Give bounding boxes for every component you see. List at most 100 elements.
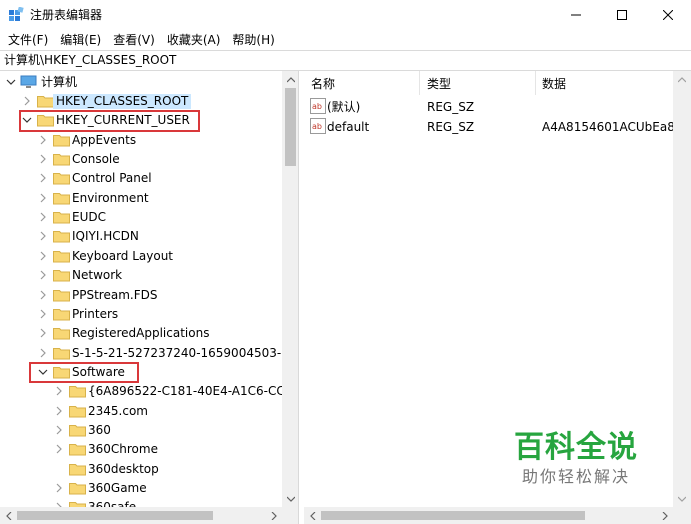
column-header-data[interactable]: 数据 xyxy=(542,76,566,92)
tree-item-label: HKEY_CLASSES_ROOT xyxy=(53,94,192,109)
values-vertical-scrollbar[interactable] xyxy=(673,71,691,507)
folder-icon xyxy=(37,115,54,127)
tree-item[interactable]: S-1-5-21-527237240-1659004503-842 xyxy=(0,344,298,363)
chevron-right-icon[interactable] xyxy=(38,173,48,183)
chevron-right-icon[interactable] xyxy=(38,193,48,203)
tree-item-label: Software xyxy=(72,365,125,379)
value-row[interactable]: ab default REG_SZ A4A8154601ACUbEa8Mm xyxy=(304,117,691,137)
tree-item[interactable]: Environment xyxy=(0,189,282,208)
chevron-down-icon[interactable] xyxy=(38,367,48,377)
tree-item[interactable]: IQIYI.HCDN xyxy=(0,227,282,246)
tree-item-label: 360desktop xyxy=(88,462,159,476)
tree-item[interactable]: RegisteredApplications xyxy=(0,324,282,343)
maximize-button[interactable] xyxy=(599,0,645,30)
string-value-icon: ab xyxy=(310,98,326,114)
column-header-type[interactable]: 类型 xyxy=(427,76,451,92)
chevron-right-icon[interactable] xyxy=(38,251,48,261)
chevron-right-icon[interactable] xyxy=(38,135,48,145)
title-bar: 注册表编辑器 xyxy=(0,0,691,30)
scroll-left-icon[interactable] xyxy=(0,507,17,524)
value-type: REG_SZ xyxy=(427,120,475,134)
tree-item[interactable]: Software xyxy=(0,363,282,382)
chevron-down-icon[interactable] xyxy=(6,77,16,87)
scroll-right-icon[interactable] xyxy=(656,507,673,524)
menu-view[interactable]: 查看(V) xyxy=(107,31,161,49)
chevron-right-icon[interactable] xyxy=(38,231,48,241)
tree-item[interactable]: Printers xyxy=(0,305,282,324)
tree-item-label: Control Panel xyxy=(72,171,152,185)
scroll-up-icon[interactable] xyxy=(673,71,690,88)
address-bar[interactable]: 计算机\HKEY_CLASSES_ROOT xyxy=(0,50,691,71)
tree-item[interactable]: HKEY_CURRENT_USER xyxy=(0,111,282,130)
minimize-button[interactable] xyxy=(553,0,599,30)
value-name: default xyxy=(327,120,370,134)
tree-item[interactable]: Keyboard Layout xyxy=(0,247,282,266)
tree-item[interactable]: 360Game xyxy=(0,479,282,498)
menu-favorites[interactable]: 收藏夹(A) xyxy=(161,31,227,49)
chevron-right-icon[interactable] xyxy=(38,154,48,164)
chevron-right-icon[interactable] xyxy=(38,270,48,280)
scrollbar-corner xyxy=(282,507,298,524)
column-divider[interactable] xyxy=(419,71,420,95)
folder-icon xyxy=(53,348,70,360)
scroll-thumb[interactable] xyxy=(285,88,296,166)
tree-item-label: S-1-5-21-527237240-1659004503-842 xyxy=(72,346,299,360)
scroll-right-icon[interactable] xyxy=(265,507,282,524)
svg-text:ab: ab xyxy=(312,122,322,131)
tree-horizontal-scrollbar[interactable] xyxy=(0,507,282,524)
chevron-right-icon[interactable] xyxy=(22,96,32,106)
tree-item-label: 360Game xyxy=(88,481,147,495)
menu-edit[interactable]: 编辑(E) xyxy=(54,31,107,49)
chevron-right-icon[interactable] xyxy=(38,348,48,358)
chevron-right-icon[interactable] xyxy=(54,444,64,454)
tree-item[interactable]: AppEvents xyxy=(0,131,282,150)
chevron-right-icon[interactable] xyxy=(38,328,48,338)
tree-item[interactable]: 360 xyxy=(0,421,282,440)
folder-icon xyxy=(69,406,86,418)
scroll-up-icon[interactable] xyxy=(282,71,298,88)
chevron-right-icon[interactable] xyxy=(54,406,64,416)
menu-help[interactable]: 帮助(H) xyxy=(226,31,280,49)
registry-editor-icon xyxy=(9,7,24,21)
svg-text:ab: ab xyxy=(312,102,322,111)
tree-item-computer[interactable]: 计算机 xyxy=(0,73,282,92)
values-horizontal-scrollbar[interactable] xyxy=(304,507,673,524)
chevron-right-icon[interactable] xyxy=(38,309,48,319)
tree-item-label: IQIYI.HCDN xyxy=(72,229,139,243)
tree-vertical-scrollbar[interactable] xyxy=(282,71,298,507)
tree-item[interactable]: 2345.com xyxy=(0,402,282,421)
scroll-thumb[interactable] xyxy=(321,511,585,520)
tree-item[interactable]: EUDC xyxy=(0,208,282,227)
scroll-down-icon[interactable] xyxy=(282,490,298,507)
tree-item[interactable]: Control Panel xyxy=(0,169,282,188)
chevron-right-icon[interactable] xyxy=(54,386,64,396)
chevron-down-icon[interactable] xyxy=(22,115,32,125)
menu-file[interactable]: 文件(F) xyxy=(2,31,54,49)
folder-icon xyxy=(53,309,70,321)
scroll-down-icon[interactable] xyxy=(673,490,690,507)
chevron-right-icon[interactable] xyxy=(54,425,64,435)
tree-item[interactable]: 360Chrome xyxy=(0,440,282,459)
tree-item[interactable]: HKEY_CLASSES_ROOT xyxy=(0,92,282,111)
tree-item[interactable]: Network xyxy=(0,266,282,285)
tree-item[interactable]: Console xyxy=(0,150,282,169)
value-row[interactable]: ab (默认) REG_SZ xyxy=(304,97,691,117)
tree-item[interactable]: PPStream.FDS xyxy=(0,286,282,305)
menu-bar: 文件(F) 编辑(E) 查看(V) 收藏夹(A) 帮助(H) xyxy=(0,30,691,50)
close-icon xyxy=(663,10,673,20)
chevron-right-icon[interactable] xyxy=(38,290,48,300)
chevron-right-icon[interactable] xyxy=(54,483,64,493)
column-header-name[interactable]: 名称 xyxy=(311,76,335,92)
chevron-right-icon[interactable] xyxy=(38,212,48,222)
value-name: (默认) xyxy=(327,100,361,114)
scroll-left-icon[interactable] xyxy=(304,507,321,524)
maximize-icon xyxy=(617,10,627,20)
tree-item[interactable]: {6A896522-C181-40E4-A1C6-CCE7 xyxy=(0,382,298,401)
scroll-thumb[interactable] xyxy=(17,511,213,520)
folder-icon xyxy=(53,270,70,282)
folder-icon xyxy=(53,193,70,205)
tree-item-label: HKEY_CURRENT_USER xyxy=(56,113,190,127)
close-button[interactable] xyxy=(645,0,691,30)
tree-item[interactable]: 360desktop xyxy=(0,460,282,479)
column-divider[interactable] xyxy=(535,71,536,95)
